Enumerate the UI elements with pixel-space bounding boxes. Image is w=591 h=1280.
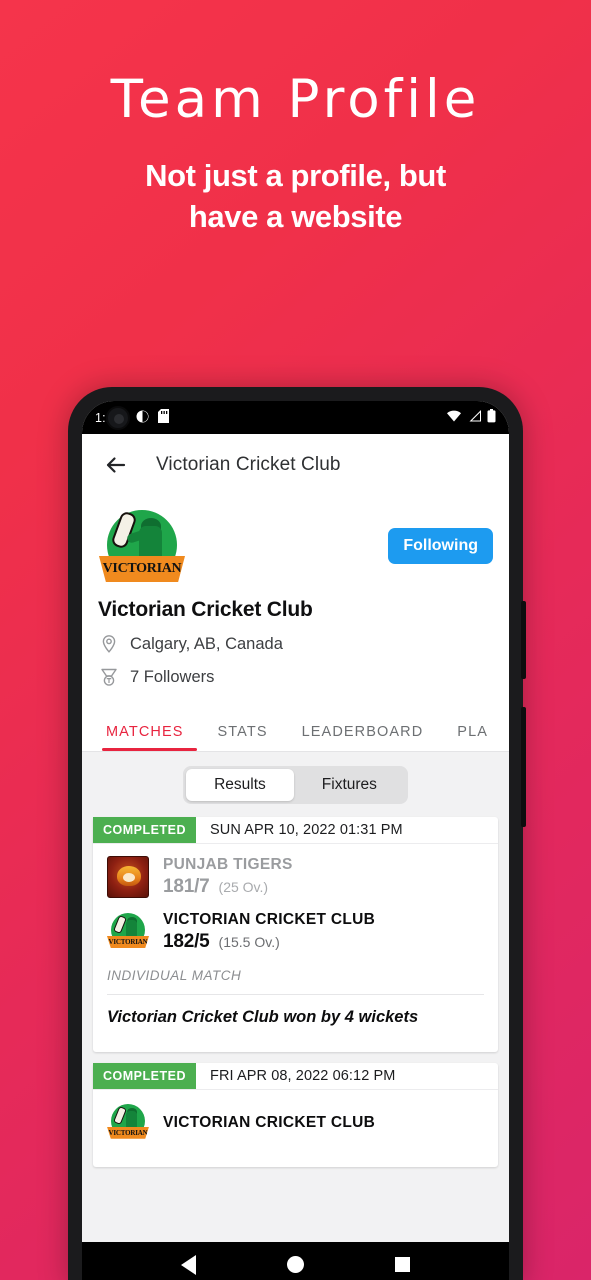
battery-icon <box>487 409 496 426</box>
nav-home-icon[interactable] <box>286 1256 304 1273</box>
medal-icon <box>98 666 120 688</box>
segmented-control: Results Fixtures <box>82 752 509 817</box>
team-score: 182/5 <box>163 931 210 952</box>
team-name: VICTORIAN CRICKET CLUB <box>163 1113 376 1131</box>
team-name: VICTORIAN CRICKET CLUB <box>163 911 376 928</box>
promo-subtitle: Not just a profile, but have a website <box>0 156 591 238</box>
location-text: Calgary, AB, Canada <box>130 634 283 653</box>
victorian-cricket-club-logo: VICTORIAN <box>107 1102 149 1144</box>
location-pin-icon <box>98 633 120 655</box>
profile-header: VICTORIAN Following Victorian Cricket Cl… <box>82 496 509 704</box>
club-logo-text: VICTORIAN <box>102 561 182 576</box>
nav-back-icon[interactable] <box>181 1254 197 1275</box>
promo-subtitle-line1: Not just a profile, but <box>145 157 446 193</box>
status-badge: COMPLETED <box>93 817 196 843</box>
match-result: Victorian Cricket Club won by 4 wickets <box>107 1008 419 1026</box>
volume-button[interactable] <box>521 601 526 679</box>
sd-card-icon <box>158 409 170 426</box>
team-overs: (25 Ov.) <box>218 879 269 895</box>
followers-text: 7 Followers <box>130 667 215 686</box>
tab-matches[interactable]: MATCHES <box>98 724 201 751</box>
match-date: SUN APR 10, 2022 01:31 PM <box>209 822 403 838</box>
status-badge: COMPLETED <box>93 1062 196 1089</box>
team-name: PUNJAB TIGERS <box>163 856 293 873</box>
status-bar: 1:13 <box>82 401 509 434</box>
page-title: Victorian Cricket Club <box>156 454 341 475</box>
promo-subtitle-line2: have a website <box>188 198 403 234</box>
segment-fixtures[interactable]: Fixtures <box>294 769 405 801</box>
app-bar: Victorian Cricket Club <box>82 434 509 496</box>
match-card[interactable]: COMPLETED FRI APR 08, 2022 06:12 PM VICT… <box>93 1062 498 1167</box>
promo-title: Team Profile <box>110 69 481 130</box>
club-name: Victorian Cricket Club <box>98 598 313 621</box>
power-button[interactable] <box>521 707 526 827</box>
team-overs: (15.5 Ov.) <box>218 934 280 950</box>
back-arrow-icon[interactable] <box>102 451 130 479</box>
camera-cutout <box>106 406 130 430</box>
team-score: 181/7 <box>163 876 210 897</box>
match-type: INDIVIDUAL MATCH <box>107 968 242 983</box>
punjab-tigers-logo <box>107 856 149 898</box>
matches-list: Results Fixtures COMPLETED SUN APR 10, 2… <box>82 752 509 1280</box>
tab-bar: MATCHES STATS LEADERBOARD PLA <box>82 704 509 752</box>
tab-players[interactable]: PLA <box>440 724 505 751</box>
cellular-signal-icon <box>467 410 482 425</box>
nav-recents-icon[interactable] <box>394 1257 410 1272</box>
segment-results[interactable]: Results <box>186 769 294 801</box>
tab-leaderboard[interactable]: LEADERBOARD <box>285 724 441 751</box>
team-row: VICTORIAN VICTORIAN CRICKET CLUB <box>107 1102 484 1144</box>
promo-banner: Team Profile Not just a profile, but hav… <box>0 0 591 237</box>
following-button[interactable]: Following <box>388 528 493 564</box>
club-logo: VICTORIAN <box>99 506 185 592</box>
team-row: PUNJAB TIGERS 181/7 (25 Ov.) <box>107 856 484 898</box>
notification-icon <box>136 410 149 426</box>
match-card[interactable]: COMPLETED SUN APR 10, 2022 01:31 PM PUNJ… <box>93 817 498 1052</box>
team-row: VICTORIAN VICTORIAN CRICKET CLUB 182/5 (… <box>107 911 484 953</box>
wifi-icon <box>446 410 462 425</box>
phone-screen: 1:13 <box>82 401 509 1280</box>
followers-row: 7 Followers <box>98 666 493 688</box>
divider <box>107 994 484 995</box>
android-nav-bar <box>82 1242 509 1280</box>
location-row: Calgary, AB, Canada <box>98 633 493 655</box>
tab-stats[interactable]: STATS <box>201 724 285 751</box>
match-date: FRI APR 08, 2022 06:12 PM <box>209 1067 396 1084</box>
phone-frame: 1:13 <box>68 387 526 1280</box>
victorian-cricket-club-logo: VICTORIAN <box>107 911 149 953</box>
